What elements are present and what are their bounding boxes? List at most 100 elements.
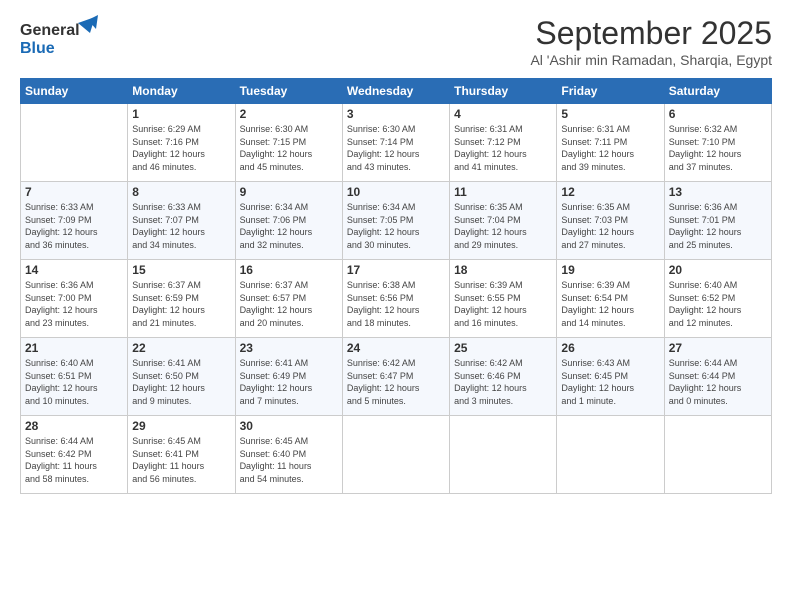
- day-info: Sunrise: 6:33 AM Sunset: 7:07 PM Dayligh…: [132, 201, 230, 251]
- day-info: Sunrise: 6:37 AM Sunset: 6:57 PM Dayligh…: [240, 279, 338, 329]
- day-cell: 17 Sunrise: 6:38 AM Sunset: 6:56 PM Dayli…: [342, 260, 449, 338]
- day-info: Sunrise: 6:32 AM Sunset: 7:10 PM Dayligh…: [669, 123, 767, 173]
- day-cell: 24 Sunrise: 6:42 AM Sunset: 6:47 PM Dayli…: [342, 338, 449, 416]
- header: General Blue September 2025 Al 'Ashir mi…: [20, 15, 772, 68]
- day-cell: 29Sunrise: 6:45 AM Sunset: 6:41 PM Dayli…: [128, 416, 235, 494]
- day-info: Sunrise: 6:40 AM Sunset: 6:51 PM Dayligh…: [25, 357, 123, 407]
- svg-text:General: General: [20, 22, 80, 39]
- header-row: SundayMondayTuesdayWednesdayThursdayFrid…: [21, 79, 772, 104]
- day-cell: 15 Sunrise: 6:37 AM Sunset: 6:59 PM Dayli…: [128, 260, 235, 338]
- page: General Blue September 2025 Al 'Ashir mi…: [0, 0, 792, 612]
- day-cell: 1 Sunrise: 6:29 AM Sunset: 7:16 PM Daylig…: [128, 104, 235, 182]
- day-cell: 16 Sunrise: 6:37 AM Sunset: 6:57 PM Dayli…: [235, 260, 342, 338]
- day-number: 1: [132, 107, 230, 121]
- day-cell: 2 Sunrise: 6:30 AM Sunset: 7:15 PM Daylig…: [235, 104, 342, 182]
- day-cell: 13Sunrise: 6:36 AM Sunset: 7:01 PM Dayli…: [664, 182, 771, 260]
- day-number: 17: [347, 263, 445, 277]
- day-info: Sunrise: 6:39 AM Sunset: 6:54 PM Dayligh…: [561, 279, 659, 329]
- day-cell: 28Sunrise: 6:44 AM Sunset: 6:42 PM Dayli…: [21, 416, 128, 494]
- week-row-4: 21 Sunrise: 6:40 AM Sunset: 6:51 PM Dayli…: [21, 338, 772, 416]
- day-info: Sunrise: 6:39 AM Sunset: 6:55 PM Dayligh…: [454, 279, 552, 329]
- day-number: 16: [240, 263, 338, 277]
- day-cell: 21 Sunrise: 6:40 AM Sunset: 6:51 PM Dayli…: [21, 338, 128, 416]
- day-cell: 20 Sunrise: 6:40 AM Sunset: 6:52 PM Dayli…: [664, 260, 771, 338]
- day-info: Sunrise: 6:41 AM Sunset: 6:50 PM Dayligh…: [132, 357, 230, 407]
- day-number: 4: [454, 107, 552, 121]
- day-cell: 23 Sunrise: 6:41 AM Sunset: 6:49 PM Dayli…: [235, 338, 342, 416]
- week-row-2: 7 Sunrise: 6:33 AM Sunset: 7:09 PM Daylig…: [21, 182, 772, 260]
- day-cell: [557, 416, 664, 494]
- day-info: Sunrise: 6:38 AM Sunset: 6:56 PM Dayligh…: [347, 279, 445, 329]
- day-number: 25: [454, 341, 552, 355]
- day-number: 23: [240, 341, 338, 355]
- day-info: Sunrise: 6:44 AM Sunset: 6:42 PM Dayligh…: [25, 435, 123, 485]
- day-cell: 10 Sunrise: 6:34 AM Sunset: 7:05 PM Dayli…: [342, 182, 449, 260]
- day-info: Sunrise: 6:44 AM Sunset: 6:44 PM Dayligh…: [669, 357, 767, 407]
- day-number: 30: [240, 419, 338, 433]
- day-number: 9: [240, 185, 338, 199]
- day-number: 7: [25, 185, 123, 199]
- day-cell: 9 Sunrise: 6:34 AM Sunset: 7:06 PM Daylig…: [235, 182, 342, 260]
- day-info: Sunrise: 6:30 AM Sunset: 7:15 PM Dayligh…: [240, 123, 338, 173]
- day-cell: 8Sunrise: 6:33 AM Sunset: 7:07 PM Daylig…: [128, 182, 235, 260]
- day-info: Sunrise: 6:30 AM Sunset: 7:14 PM Dayligh…: [347, 123, 445, 173]
- col-header-tuesday: Tuesday: [235, 79, 342, 104]
- day-cell: [342, 416, 449, 494]
- day-info: Sunrise: 6:29 AM Sunset: 7:16 PM Dayligh…: [132, 123, 230, 173]
- day-cell: 22 Sunrise: 6:41 AM Sunset: 6:50 PM Dayli…: [128, 338, 235, 416]
- day-number: 24: [347, 341, 445, 355]
- day-info: Sunrise: 6:36 AM Sunset: 7:00 PM Dayligh…: [25, 279, 123, 329]
- day-info: Sunrise: 6:35 AM Sunset: 7:03 PM Dayligh…: [561, 201, 659, 251]
- day-number: 21: [25, 341, 123, 355]
- day-cell: 3 Sunrise: 6:30 AM Sunset: 7:14 PM Daylig…: [342, 104, 449, 182]
- day-info: Sunrise: 6:40 AM Sunset: 6:52 PM Dayligh…: [669, 279, 767, 329]
- day-cell: 26 Sunrise: 6:43 AM Sunset: 6:45 PM Dayli…: [557, 338, 664, 416]
- day-cell: [450, 416, 557, 494]
- day-number: 3: [347, 107, 445, 121]
- day-cell: 25 Sunrise: 6:42 AM Sunset: 6:46 PM Dayli…: [450, 338, 557, 416]
- day-cell: 12 Sunrise: 6:35 AM Sunset: 7:03 PM Dayli…: [557, 182, 664, 260]
- day-number: 12: [561, 185, 659, 199]
- day-number: 20: [669, 263, 767, 277]
- week-row-1: 1 Sunrise: 6:29 AM Sunset: 7:16 PM Daylig…: [21, 104, 772, 182]
- location-subtitle: Al 'Ashir min Ramadan, Sharqia, Egypt: [530, 52, 772, 68]
- day-number: 13: [669, 185, 767, 199]
- day-cell: 30Sunrise: 6:45 AM Sunset: 6:40 PM Dayli…: [235, 416, 342, 494]
- col-header-friday: Friday: [557, 79, 664, 104]
- logo: General Blue: [20, 15, 100, 60]
- day-cell: 7 Sunrise: 6:33 AM Sunset: 7:09 PM Daylig…: [21, 182, 128, 260]
- day-number: 18: [454, 263, 552, 277]
- day-number: 15: [132, 263, 230, 277]
- month-title: September 2025: [530, 15, 772, 52]
- day-info: Sunrise: 6:33 AM Sunset: 7:09 PM Dayligh…: [25, 201, 123, 251]
- svg-text:Blue: Blue: [20, 40, 55, 57]
- col-header-thursday: Thursday: [450, 79, 557, 104]
- day-info: Sunrise: 6:34 AM Sunset: 7:06 PM Dayligh…: [240, 201, 338, 251]
- col-header-wednesday: Wednesday: [342, 79, 449, 104]
- logo-svg: General Blue: [20, 15, 100, 60]
- week-row-5: 28Sunrise: 6:44 AM Sunset: 6:42 PM Dayli…: [21, 416, 772, 494]
- col-header-monday: Monday: [128, 79, 235, 104]
- day-info: Sunrise: 6:43 AM Sunset: 6:45 PM Dayligh…: [561, 357, 659, 407]
- day-info: Sunrise: 6:41 AM Sunset: 6:49 PM Dayligh…: [240, 357, 338, 407]
- day-cell: 18 Sunrise: 6:39 AM Sunset: 6:55 PM Dayli…: [450, 260, 557, 338]
- day-number: 11: [454, 185, 552, 199]
- day-info: Sunrise: 6:37 AM Sunset: 6:59 PM Dayligh…: [132, 279, 230, 329]
- day-cell: [21, 104, 128, 182]
- day-info: Sunrise: 6:35 AM Sunset: 7:04 PM Dayligh…: [454, 201, 552, 251]
- day-cell: 4Sunrise: 6:31 AM Sunset: 7:12 PM Daylig…: [450, 104, 557, 182]
- day-number: 22: [132, 341, 230, 355]
- col-header-saturday: Saturday: [664, 79, 771, 104]
- day-info: Sunrise: 6:42 AM Sunset: 6:46 PM Dayligh…: [454, 357, 552, 407]
- day-info: Sunrise: 6:34 AM Sunset: 7:05 PM Dayligh…: [347, 201, 445, 251]
- day-info: Sunrise: 6:42 AM Sunset: 6:47 PM Dayligh…: [347, 357, 445, 407]
- week-row-3: 14Sunrise: 6:36 AM Sunset: 7:00 PM Dayli…: [21, 260, 772, 338]
- day-cell: 11 Sunrise: 6:35 AM Sunset: 7:04 PM Dayli…: [450, 182, 557, 260]
- day-number: 27: [669, 341, 767, 355]
- day-number: 6: [669, 107, 767, 121]
- day-number: 5: [561, 107, 659, 121]
- day-number: 19: [561, 263, 659, 277]
- day-number: 26: [561, 341, 659, 355]
- day-number: 10: [347, 185, 445, 199]
- day-number: 2: [240, 107, 338, 121]
